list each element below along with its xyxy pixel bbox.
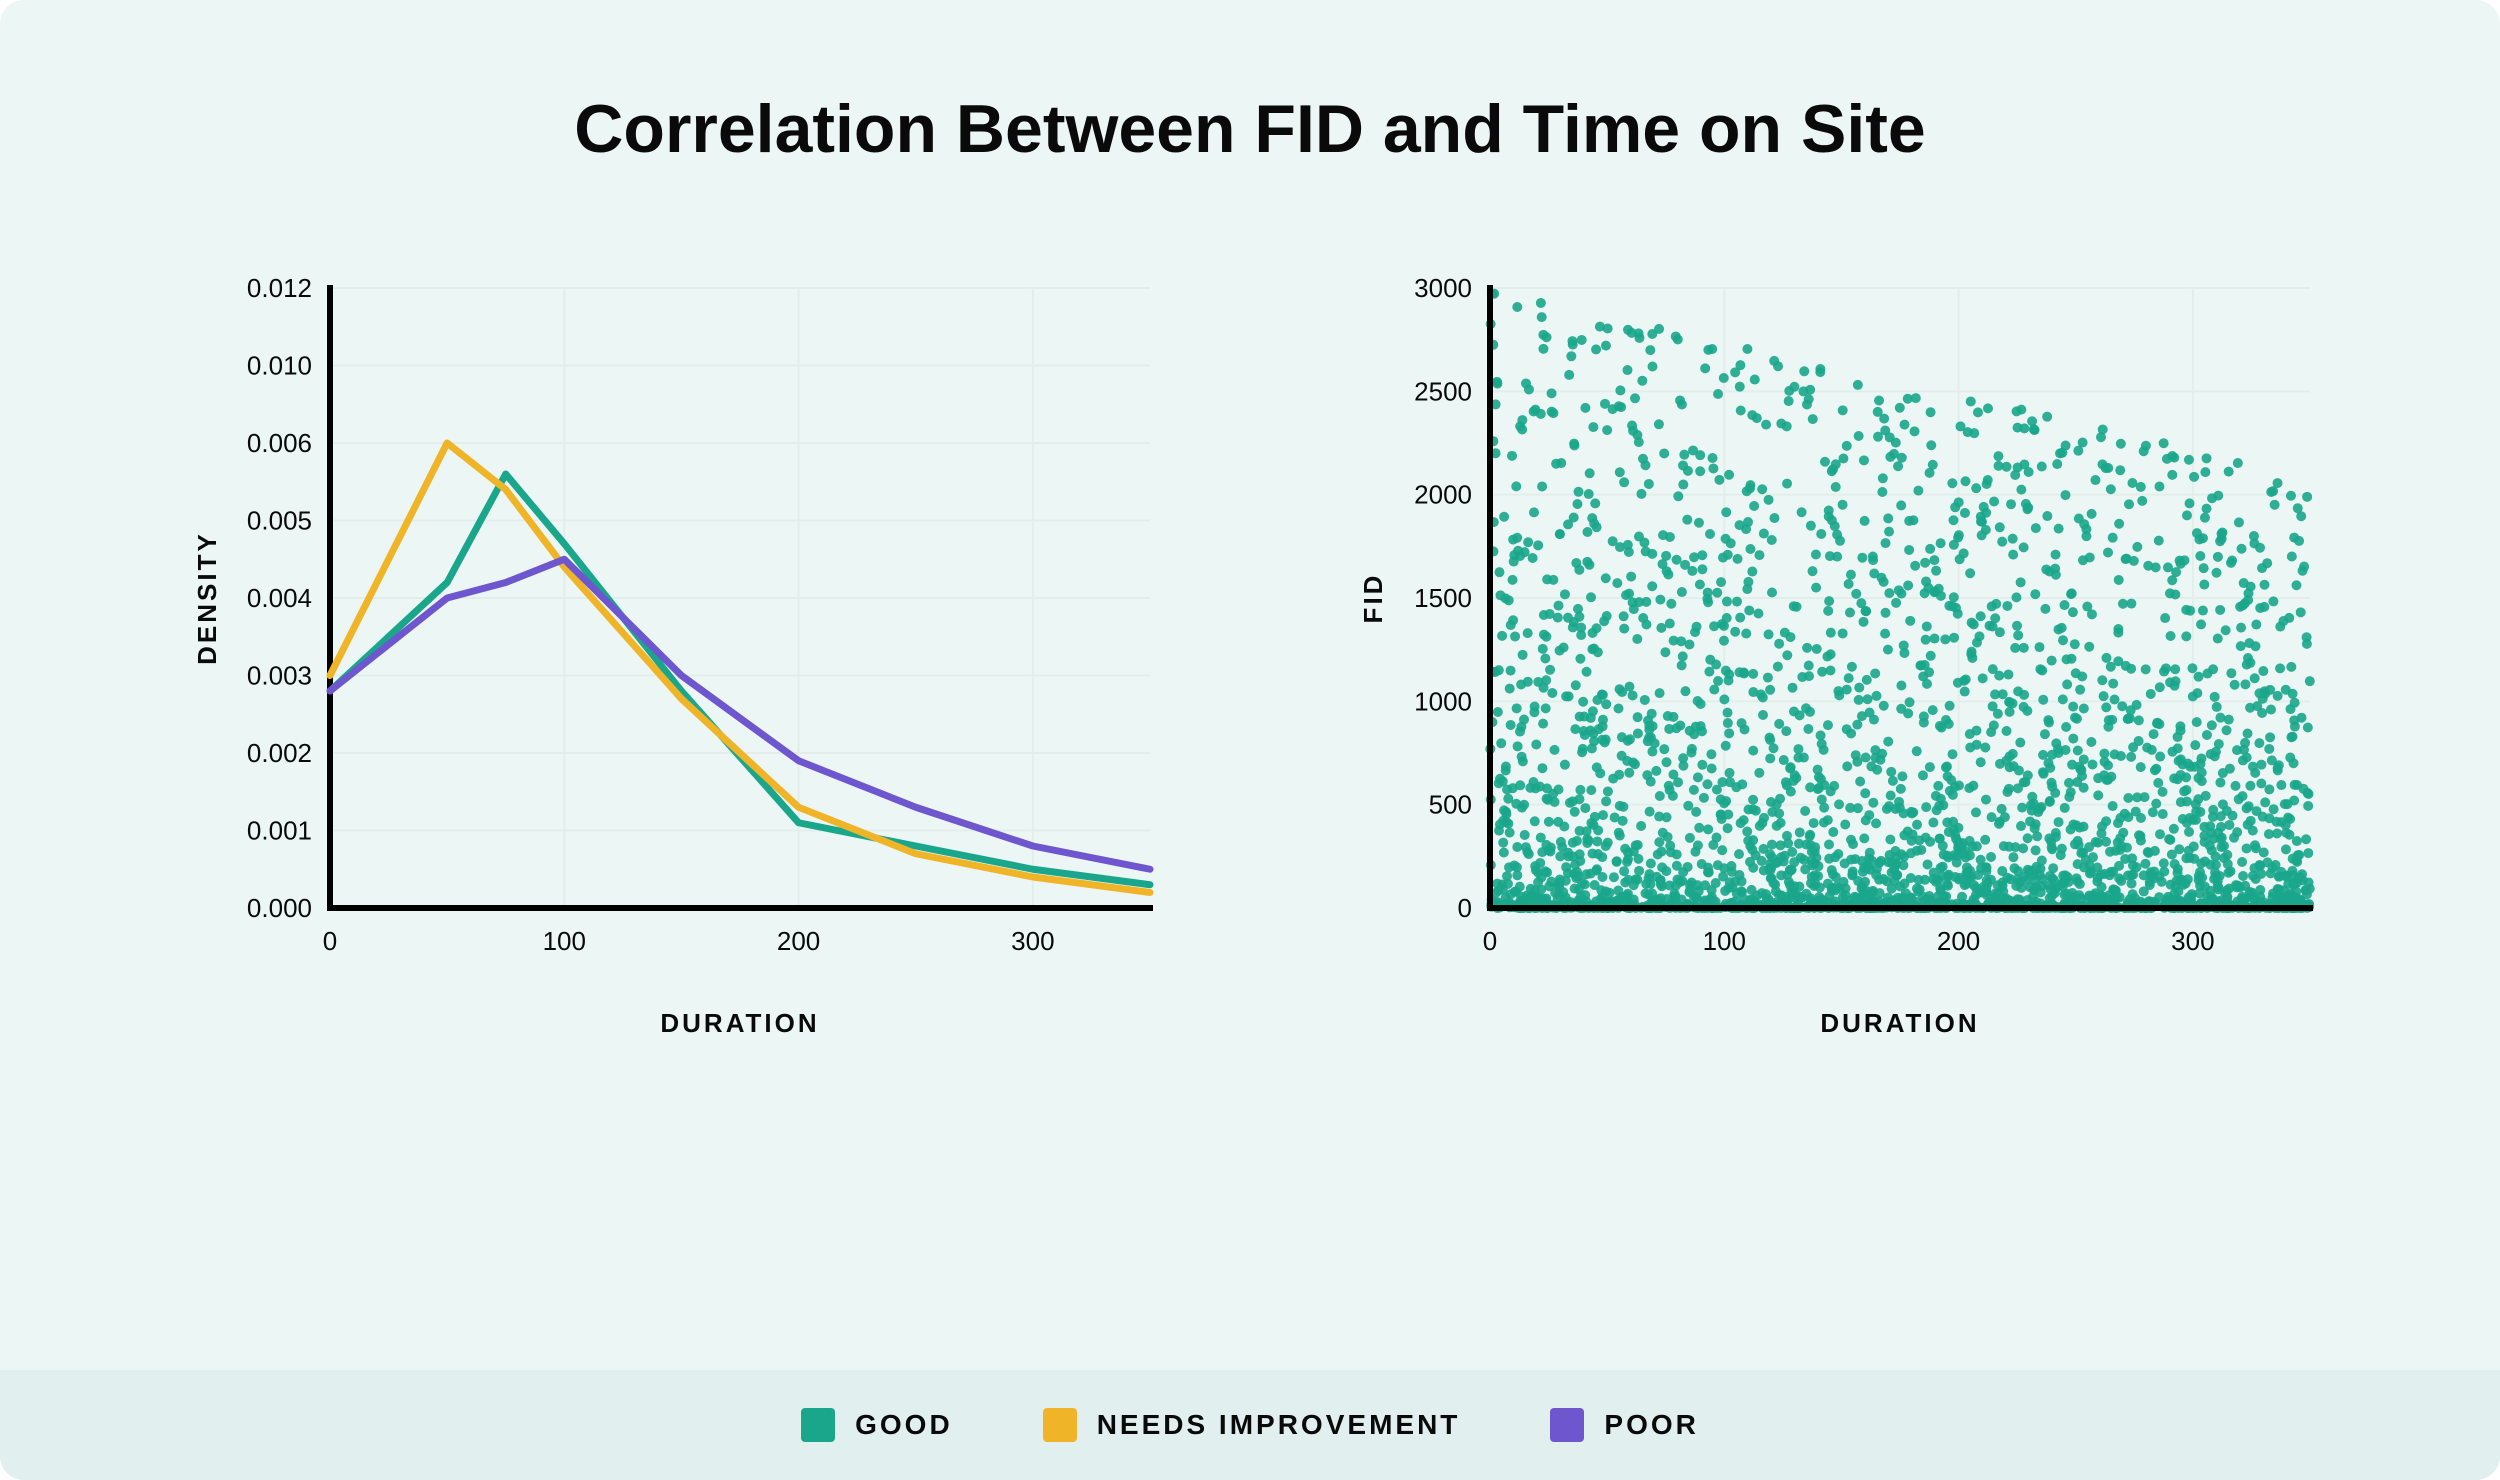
svg-text:500: 500	[1429, 790, 1472, 820]
legend-label-poor: POOR	[1604, 1409, 1698, 1441]
svg-text:200: 200	[777, 926, 820, 956]
svg-text:0.012: 0.012	[247, 273, 312, 303]
svg-text:0.001: 0.001	[247, 816, 312, 846]
svg-text:0.000: 0.000	[247, 893, 312, 923]
svg-text:DENSITY: DENSITY	[192, 531, 222, 665]
legend: GOOD NEEDS IMPROVEMENT POOR	[0, 1370, 2500, 1480]
svg-text:0.006: 0.006	[247, 428, 312, 458]
svg-text:DURATION: DURATION	[1820, 1008, 1979, 1038]
legend-item-good: GOOD	[801, 1408, 953, 1442]
svg-text:0: 0	[1458, 893, 1472, 923]
svg-text:3000: 3000	[1414, 273, 1472, 303]
chart-card: Correlation Between FID and Time on Site…	[0, 0, 2500, 1480]
svg-text:1500: 1500	[1414, 583, 1472, 613]
svg-text:0: 0	[1483, 926, 1497, 956]
charts-row: 0.000 0.001 0.002 0.003 0.004 0.005 0.006 0.010…	[0, 268, 2500, 1073]
scatter-chart-svg: 0 500 1000 1500 2000 2500 3000 0 100 200 300 FID DUR…	[1330, 268, 2330, 1068]
fid-scatter-chart: 0 500 1000 1500 2000 2500 3000 0 100 200 300 FID DUR…	[1330, 268, 2330, 1073]
swatch-needs	[1043, 1408, 1077, 1442]
legend-item-poor: POOR	[1550, 1408, 1698, 1442]
svg-text:0.004: 0.004	[247, 583, 312, 613]
svg-text:1000: 1000	[1414, 686, 1472, 716]
legend-label-needs: NEEDS IMPROVEMENT	[1097, 1409, 1461, 1441]
svg-text:0.005: 0.005	[247, 506, 312, 536]
svg-text:100: 100	[543, 926, 586, 956]
line-chart-svg: 0.000 0.001 0.002 0.003 0.004 0.005 0.006 0.010…	[170, 268, 1170, 1068]
svg-text:FID: FID	[1358, 573, 1388, 624]
swatch-good	[801, 1408, 835, 1442]
svg-text:0.002: 0.002	[247, 738, 312, 768]
svg-text:0.010: 0.010	[247, 351, 312, 381]
svg-text:300: 300	[2171, 926, 2214, 956]
svg-text:2000: 2000	[1414, 480, 1472, 510]
svg-text:0.003: 0.003	[247, 661, 312, 691]
svg-text:100: 100	[1703, 926, 1746, 956]
svg-text:200: 200	[1937, 926, 1980, 956]
chart-title: Correlation Between FID and Time on Site	[0, 0, 2500, 168]
svg-text:DURATION: DURATION	[660, 1008, 819, 1038]
svg-text:0: 0	[323, 926, 337, 956]
density-line-chart: 0.000 0.001 0.002 0.003 0.004 0.005 0.006 0.010…	[170, 268, 1170, 1073]
swatch-poor	[1550, 1408, 1584, 1442]
legend-label-good: GOOD	[855, 1409, 953, 1441]
legend-item-needs: NEEDS IMPROVEMENT	[1043, 1408, 1461, 1442]
svg-text:300: 300	[1011, 926, 1054, 956]
svg-text:2500: 2500	[1414, 376, 1472, 406]
